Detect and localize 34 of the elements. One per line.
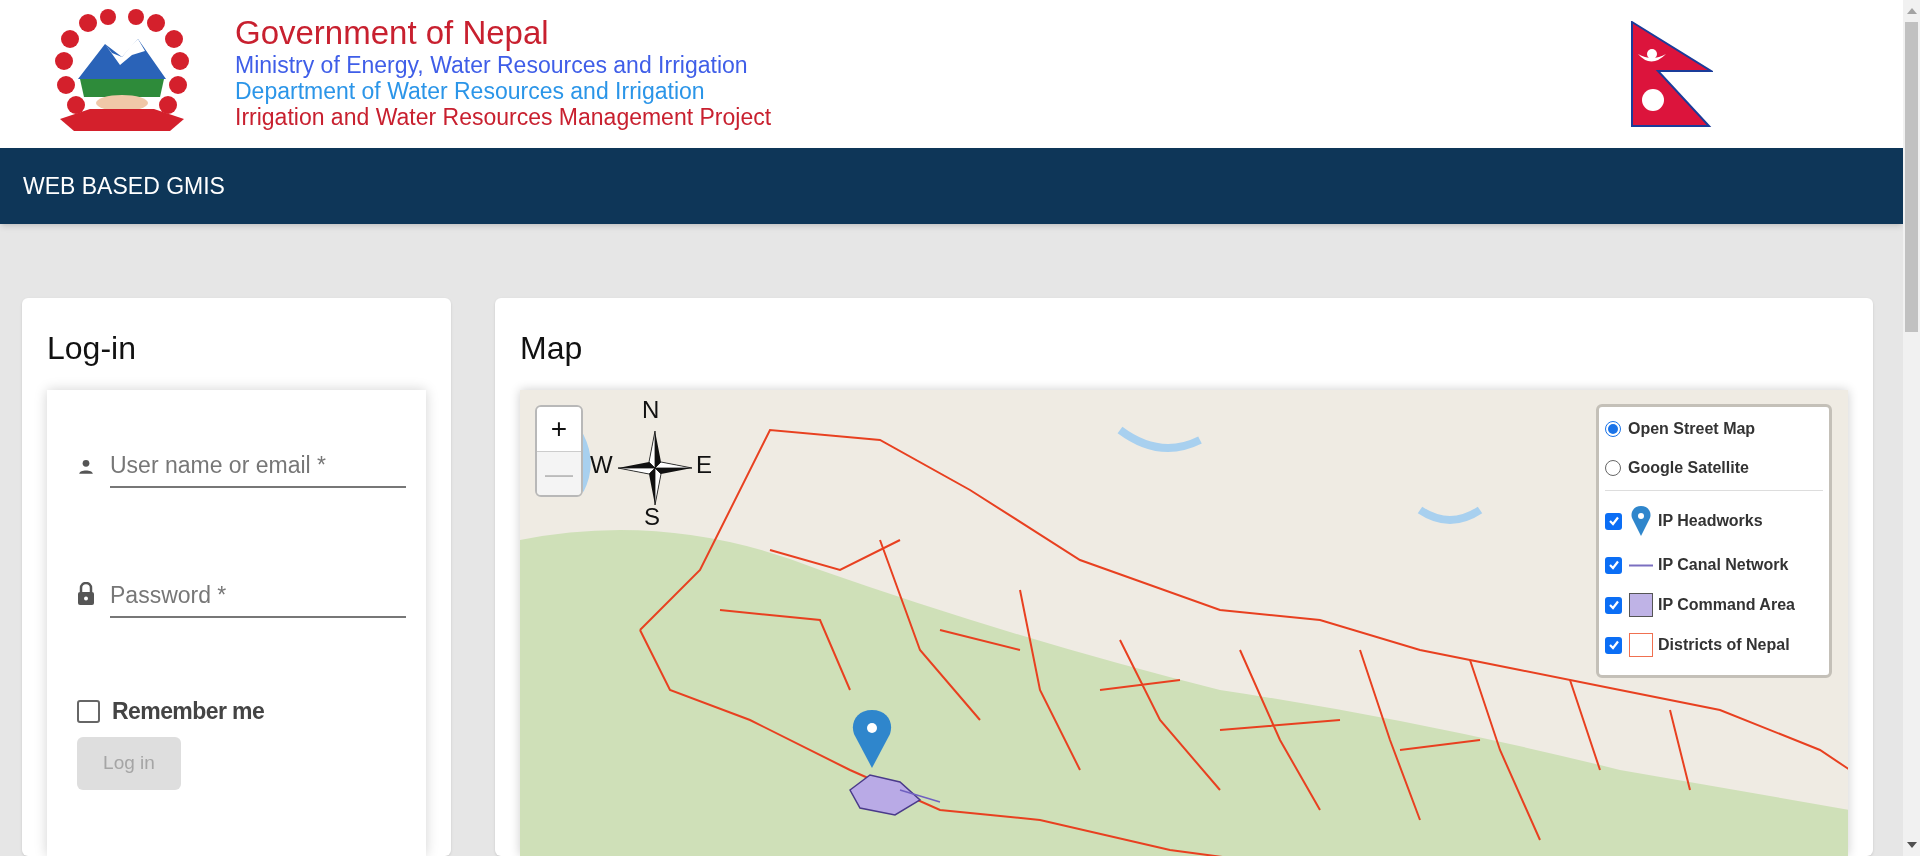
overlay-layer-option[interactable]: IP Command Area <box>1605 593 1823 617</box>
base-layer-option[interactable]: Open Street Map <box>1605 417 1823 441</box>
scrollbar-thumb[interactable] <box>1905 22 1918 332</box>
outlined-square-icon <box>1629 633 1653 657</box>
map-title: Map <box>519 329 584 368</box>
line-symbol-icon <box>1629 563 1653 567</box>
remember-me-checkbox[interactable]: Remember me <box>77 694 396 729</box>
lock-icon <box>77 582 95 606</box>
department-line: Irrigation and Water Resources Management Project <box>235 106 772 129</box>
overlay-layer-option[interactable]: Districts of Nepal <box>1605 633 1823 657</box>
app-title: WEB BASED GMIS <box>23 171 225 201</box>
checkmark-icon <box>1607 599 1620 611</box>
login-title: Log-in <box>46 329 137 368</box>
checkmark-icon <box>1607 515 1620 527</box>
nepal-flag-icon <box>1631 21 1713 127</box>
checkmark-icon <box>1607 559 1620 571</box>
password-field[interactable]: Password * <box>110 574 406 618</box>
map-pin-icon <box>1630 505 1652 537</box>
person-icon <box>77 458 95 476</box>
scroll-down-icon[interactable] <box>1906 842 1917 848</box>
overlay-layer-option[interactable]: IP Canal Network <box>1605 553 1823 577</box>
filled-square-icon <box>1629 593 1653 617</box>
department-line: Ministry of Energy, Water Resources and Irrigation <box>235 54 749 77</box>
map-drawing[interactable] <box>520 390 1848 856</box>
username-field[interactable]: User name or email * <box>110 444 406 488</box>
checkmark-icon <box>1607 639 1620 651</box>
compass-rose-drawing: N E S W <box>590 398 713 532</box>
base-layer-option[interactable]: Google Satellite <box>1605 456 1823 480</box>
government-title: Government of Nepal <box>235 16 550 49</box>
zoom-in-button[interactable]: + <box>537 407 581 451</box>
scrollbar[interactable] <box>1903 0 1920 856</box>
department-line: Department of Water Resources and Irrigation <box>235 80 706 103</box>
overlay-layer-option[interactable]: IP Headworks <box>1605 505 1823 537</box>
scroll-up-icon[interactable] <box>1906 8 1917 14</box>
